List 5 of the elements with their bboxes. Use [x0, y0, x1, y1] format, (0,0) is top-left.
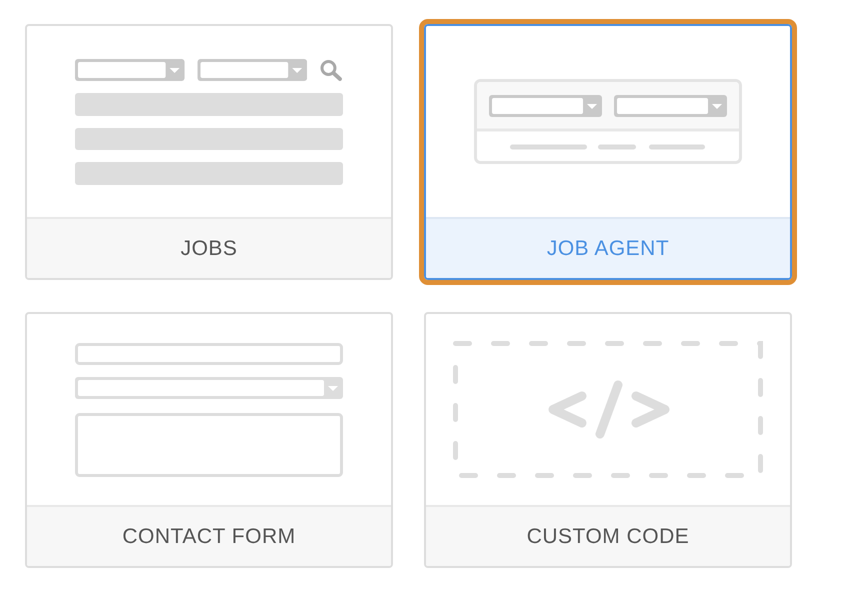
code-icon	[548, 380, 670, 438]
search-icon	[319, 58, 343, 80]
widget-card[interactable]: CUSTOM CODE	[424, 312, 792, 568]
widget-card[interactable]: CONTACT FORM	[25, 312, 393, 568]
widget-card[interactable]: JOBS	[25, 24, 393, 280]
